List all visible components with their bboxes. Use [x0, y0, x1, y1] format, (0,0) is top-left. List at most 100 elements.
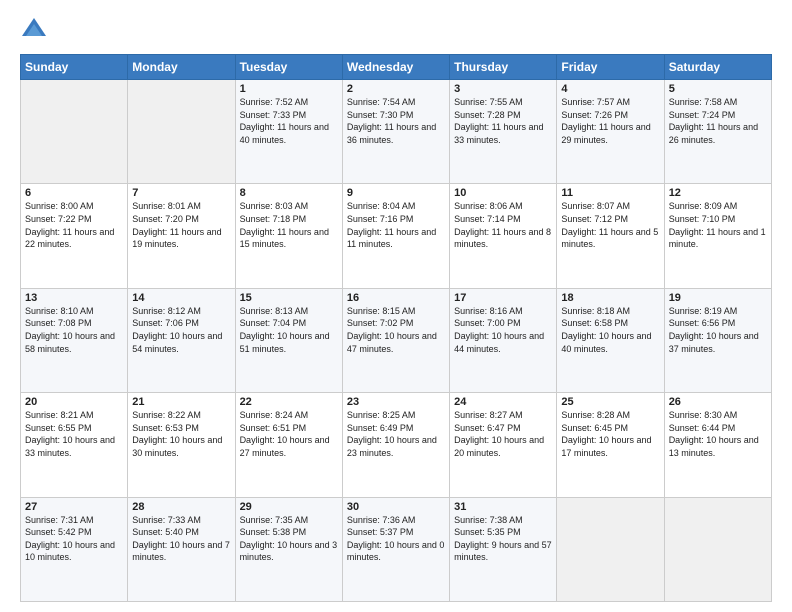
day-info: Sunrise: 7:55 AMSunset: 7:28 PMDaylight:…: [454, 96, 552, 146]
day-info: Sunrise: 8:24 AMSunset: 6:51 PMDaylight:…: [240, 409, 338, 459]
day-number: 11: [561, 187, 659, 199]
calendar-cell: [21, 80, 128, 184]
day-info: Sunrise: 7:54 AMSunset: 7:30 PMDaylight:…: [347, 96, 445, 146]
calendar-cell: 24Sunrise: 8:27 AMSunset: 6:47 PMDayligh…: [450, 393, 557, 497]
calendar-cell: 9Sunrise: 8:04 AMSunset: 7:16 PMDaylight…: [342, 184, 449, 288]
day-number: 15: [240, 292, 338, 304]
calendar-week-5: 27Sunrise: 7:31 AMSunset: 5:42 PMDayligh…: [21, 497, 772, 601]
calendar-cell: 2Sunrise: 7:54 AMSunset: 7:30 PMDaylight…: [342, 80, 449, 184]
calendar-cell: 28Sunrise: 7:33 AMSunset: 5:40 PMDayligh…: [128, 497, 235, 601]
calendar-week-4: 20Sunrise: 8:21 AMSunset: 6:55 PMDayligh…: [21, 393, 772, 497]
calendar-table: SundayMondayTuesdayWednesdayThursdayFrid…: [20, 54, 772, 602]
day-number: 20: [25, 396, 123, 408]
day-info: Sunrise: 8:21 AMSunset: 6:55 PMDaylight:…: [25, 409, 123, 459]
day-number: 31: [454, 501, 552, 513]
calendar-cell: [664, 497, 771, 601]
day-info: Sunrise: 7:57 AMSunset: 7:26 PMDaylight:…: [561, 96, 659, 146]
weekday-header-row: SundayMondayTuesdayWednesdayThursdayFrid…: [21, 55, 772, 80]
day-info: Sunrise: 7:38 AMSunset: 5:35 PMDaylight:…: [454, 514, 552, 564]
calendar-cell: 31Sunrise: 7:38 AMSunset: 5:35 PMDayligh…: [450, 497, 557, 601]
day-number: 14: [132, 292, 230, 304]
day-number: 19: [669, 292, 767, 304]
weekday-header-tuesday: Tuesday: [235, 55, 342, 80]
day-info: Sunrise: 8:03 AMSunset: 7:18 PMDaylight:…: [240, 200, 338, 250]
day-info: Sunrise: 8:22 AMSunset: 6:53 PMDaylight:…: [132, 409, 230, 459]
calendar-cell: 7Sunrise: 8:01 AMSunset: 7:20 PMDaylight…: [128, 184, 235, 288]
calendar-cell: 20Sunrise: 8:21 AMSunset: 6:55 PMDayligh…: [21, 393, 128, 497]
calendar-cell: 26Sunrise: 8:30 AMSunset: 6:44 PMDayligh…: [664, 393, 771, 497]
calendar-cell: 17Sunrise: 8:16 AMSunset: 7:00 PMDayligh…: [450, 288, 557, 392]
day-number: 30: [347, 501, 445, 513]
calendar-cell: 30Sunrise: 7:36 AMSunset: 5:37 PMDayligh…: [342, 497, 449, 601]
day-number: 8: [240, 187, 338, 199]
day-info: Sunrise: 8:09 AMSunset: 7:10 PMDaylight:…: [669, 200, 767, 250]
calendar-cell: [557, 497, 664, 601]
day-info: Sunrise: 8:06 AMSunset: 7:14 PMDaylight:…: [454, 200, 552, 250]
weekday-header-monday: Monday: [128, 55, 235, 80]
day-info: Sunrise: 8:13 AMSunset: 7:04 PMDaylight:…: [240, 305, 338, 355]
weekday-header-sunday: Sunday: [21, 55, 128, 80]
calendar-cell: 29Sunrise: 7:35 AMSunset: 5:38 PMDayligh…: [235, 497, 342, 601]
day-info: Sunrise: 7:58 AMSunset: 7:24 PMDaylight:…: [669, 96, 767, 146]
day-number: 2: [347, 83, 445, 95]
calendar-cell: 22Sunrise: 8:24 AMSunset: 6:51 PMDayligh…: [235, 393, 342, 497]
calendar-cell: 25Sunrise: 8:28 AMSunset: 6:45 PMDayligh…: [557, 393, 664, 497]
day-number: 23: [347, 396, 445, 408]
calendar-week-3: 13Sunrise: 8:10 AMSunset: 7:08 PMDayligh…: [21, 288, 772, 392]
calendar-cell: 19Sunrise: 8:19 AMSunset: 6:56 PMDayligh…: [664, 288, 771, 392]
day-number: 21: [132, 396, 230, 408]
day-number: 4: [561, 83, 659, 95]
calendar-cell: 1Sunrise: 7:52 AMSunset: 7:33 PMDaylight…: [235, 80, 342, 184]
weekday-header-thursday: Thursday: [450, 55, 557, 80]
day-info: Sunrise: 8:16 AMSunset: 7:00 PMDaylight:…: [454, 305, 552, 355]
day-number: 26: [669, 396, 767, 408]
day-number: 25: [561, 396, 659, 408]
day-info: Sunrise: 8:10 AMSunset: 7:08 PMDaylight:…: [25, 305, 123, 355]
day-info: Sunrise: 8:15 AMSunset: 7:02 PMDaylight:…: [347, 305, 445, 355]
calendar-cell: 4Sunrise: 7:57 AMSunset: 7:26 PMDaylight…: [557, 80, 664, 184]
calendar-cell: 14Sunrise: 8:12 AMSunset: 7:06 PMDayligh…: [128, 288, 235, 392]
day-number: 24: [454, 396, 552, 408]
day-info: Sunrise: 8:28 AMSunset: 6:45 PMDaylight:…: [561, 409, 659, 459]
calendar-cell: [128, 80, 235, 184]
day-info: Sunrise: 7:35 AMSunset: 5:38 PMDaylight:…: [240, 514, 338, 564]
calendar-week-2: 6Sunrise: 8:00 AMSunset: 7:22 PMDaylight…: [21, 184, 772, 288]
day-number: 12: [669, 187, 767, 199]
calendar-cell: 3Sunrise: 7:55 AMSunset: 7:28 PMDaylight…: [450, 80, 557, 184]
calendar-cell: 13Sunrise: 8:10 AMSunset: 7:08 PMDayligh…: [21, 288, 128, 392]
day-number: 13: [25, 292, 123, 304]
day-number: 9: [347, 187, 445, 199]
day-info: Sunrise: 7:36 AMSunset: 5:37 PMDaylight:…: [347, 514, 445, 564]
day-number: 3: [454, 83, 552, 95]
day-number: 17: [454, 292, 552, 304]
day-number: 6: [25, 187, 123, 199]
calendar-cell: 16Sunrise: 8:15 AMSunset: 7:02 PMDayligh…: [342, 288, 449, 392]
day-number: 27: [25, 501, 123, 513]
day-info: Sunrise: 8:12 AMSunset: 7:06 PMDaylight:…: [132, 305, 230, 355]
day-info: Sunrise: 7:31 AMSunset: 5:42 PMDaylight:…: [25, 514, 123, 564]
calendar-cell: 27Sunrise: 7:31 AMSunset: 5:42 PMDayligh…: [21, 497, 128, 601]
calendar-cell: 21Sunrise: 8:22 AMSunset: 6:53 PMDayligh…: [128, 393, 235, 497]
calendar-cell: 12Sunrise: 8:09 AMSunset: 7:10 PMDayligh…: [664, 184, 771, 288]
calendar-week-1: 1Sunrise: 7:52 AMSunset: 7:33 PMDaylight…: [21, 80, 772, 184]
page: SundayMondayTuesdayWednesdayThursdayFrid…: [0, 0, 792, 612]
day-info: Sunrise: 8:30 AMSunset: 6:44 PMDaylight:…: [669, 409, 767, 459]
day-number: 1: [240, 83, 338, 95]
logo: [20, 16, 52, 44]
calendar-cell: 11Sunrise: 8:07 AMSunset: 7:12 PMDayligh…: [557, 184, 664, 288]
calendar-cell: 10Sunrise: 8:06 AMSunset: 7:14 PMDayligh…: [450, 184, 557, 288]
calendar-cell: 6Sunrise: 8:00 AMSunset: 7:22 PMDaylight…: [21, 184, 128, 288]
day-info: Sunrise: 8:07 AMSunset: 7:12 PMDaylight:…: [561, 200, 659, 250]
day-info: Sunrise: 8:19 AMSunset: 6:56 PMDaylight:…: [669, 305, 767, 355]
day-info: Sunrise: 7:33 AMSunset: 5:40 PMDaylight:…: [132, 514, 230, 564]
calendar-cell: 23Sunrise: 8:25 AMSunset: 6:49 PMDayligh…: [342, 393, 449, 497]
day-info: Sunrise: 8:04 AMSunset: 7:16 PMDaylight:…: [347, 200, 445, 250]
day-info: Sunrise: 7:52 AMSunset: 7:33 PMDaylight:…: [240, 96, 338, 146]
calendar-cell: 8Sunrise: 8:03 AMSunset: 7:18 PMDaylight…: [235, 184, 342, 288]
day-number: 5: [669, 83, 767, 95]
day-info: Sunrise: 8:25 AMSunset: 6:49 PMDaylight:…: [347, 409, 445, 459]
day-number: 29: [240, 501, 338, 513]
weekday-header-friday: Friday: [557, 55, 664, 80]
header: [20, 16, 772, 44]
day-info: Sunrise: 8:18 AMSunset: 6:58 PMDaylight:…: [561, 305, 659, 355]
